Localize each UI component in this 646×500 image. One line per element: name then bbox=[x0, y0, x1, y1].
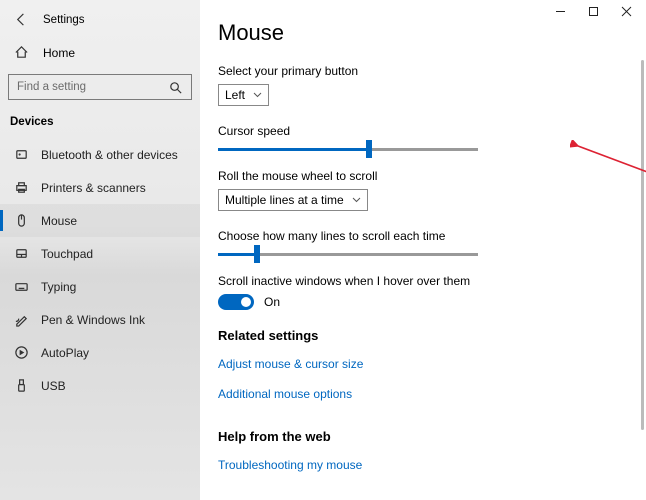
sidebar-item-label: AutoPlay bbox=[41, 346, 89, 360]
home-icon bbox=[14, 45, 29, 60]
chevron-down-icon bbox=[352, 192, 361, 206]
cursor-speed-label: Cursor speed bbox=[218, 124, 628, 138]
lines-label: Choose how many lines to scroll each tim… bbox=[218, 229, 628, 243]
slider-thumb[interactable] bbox=[366, 140, 372, 158]
lines-slider[interactable] bbox=[218, 253, 478, 256]
pen-icon bbox=[14, 312, 29, 327]
sidebar-item-label: Bluetooth & other devices bbox=[41, 148, 178, 162]
primary-button-value: Left bbox=[225, 88, 245, 102]
wheel-value: Multiple lines at a time bbox=[225, 193, 344, 207]
settings-window: Settings Home Find a setting Devices Blu… bbox=[0, 0, 646, 500]
sidebar-item-usb[interactable]: USB bbox=[0, 369, 200, 402]
sidebar-item-printers[interactable]: Printers & scanners bbox=[0, 171, 200, 204]
autoplay-icon bbox=[14, 345, 29, 360]
back-icon[interactable] bbox=[14, 12, 29, 27]
wheel-label: Roll the mouse wheel to scroll bbox=[218, 169, 628, 183]
sidebar-item-label: Mouse bbox=[41, 214, 77, 228]
window-controls bbox=[541, 0, 646, 26]
primary-button-label: Select your primary button bbox=[218, 64, 628, 78]
related-header: Related settings bbox=[218, 328, 628, 343]
link-adjust-cursor[interactable]: Adjust mouse & cursor size bbox=[218, 357, 363, 371]
chevron-down-icon bbox=[253, 87, 262, 101]
inactive-label: Scroll inactive windows when I hover ove… bbox=[218, 274, 628, 288]
minimize-button[interactable] bbox=[555, 6, 566, 20]
sidebar-item-typing[interactable]: Typing bbox=[0, 270, 200, 303]
sidebar-item-autoplay[interactable]: AutoPlay bbox=[0, 336, 200, 369]
sidebar-home-label: Home bbox=[43, 46, 75, 60]
close-button[interactable] bbox=[621, 6, 632, 20]
sidebar-item-pen[interactable]: Pen & Windows Ink bbox=[0, 303, 200, 336]
search-icon bbox=[168, 80, 183, 95]
cursor-speed-slider[interactable] bbox=[218, 148, 478, 151]
printer-icon bbox=[14, 180, 29, 195]
mouse-icon bbox=[14, 213, 29, 228]
wheel-select[interactable]: Multiple lines at a time bbox=[218, 189, 368, 211]
sidebar-item-bluetooth[interactable]: Bluetooth & other devices bbox=[0, 138, 200, 171]
search-placeholder: Find a setting bbox=[17, 81, 86, 93]
sidebar-category: Devices bbox=[0, 112, 200, 138]
inactive-toggle[interactable] bbox=[218, 294, 254, 310]
sidebar-item-label: Typing bbox=[41, 280, 76, 294]
toggle-knob bbox=[241, 297, 251, 307]
window-title: Settings bbox=[43, 14, 85, 26]
sidebar-item-label: Touchpad bbox=[41, 247, 93, 261]
link-additional-options[interactable]: Additional mouse options bbox=[218, 387, 352, 401]
bluetooth-icon bbox=[14, 147, 29, 162]
maximize-button[interactable] bbox=[588, 6, 599, 20]
search-input[interactable]: Find a setting bbox=[8, 74, 192, 100]
sidebar-item-label: USB bbox=[41, 379, 66, 393]
slider-fill bbox=[218, 148, 369, 151]
slider-fill bbox=[218, 253, 257, 256]
inactive-state: On bbox=[264, 295, 280, 309]
sidebar-home[interactable]: Home bbox=[0, 37, 200, 68]
sidebar-item-mouse[interactable]: Mouse bbox=[0, 204, 200, 237]
slider-thumb[interactable] bbox=[254, 245, 260, 263]
touchpad-icon bbox=[14, 246, 29, 261]
usb-icon bbox=[14, 378, 29, 393]
link-troubleshoot[interactable]: Troubleshooting my mouse bbox=[218, 458, 362, 472]
sidebar-item-label: Printers & scanners bbox=[41, 181, 146, 195]
scrollbar[interactable] bbox=[641, 60, 644, 430]
sidebar-item-label: Pen & Windows Ink bbox=[41, 313, 145, 327]
help-header: Help from the web bbox=[218, 429, 628, 444]
primary-button-select[interactable]: Left bbox=[218, 84, 269, 106]
keyboard-icon bbox=[14, 279, 29, 294]
sidebar: Settings Home Find a setting Devices Blu… bbox=[0, 0, 200, 500]
main-content: Mouse Select your primary button Left Cu… bbox=[200, 0, 646, 500]
sidebar-item-touchpad[interactable]: Touchpad bbox=[0, 237, 200, 270]
